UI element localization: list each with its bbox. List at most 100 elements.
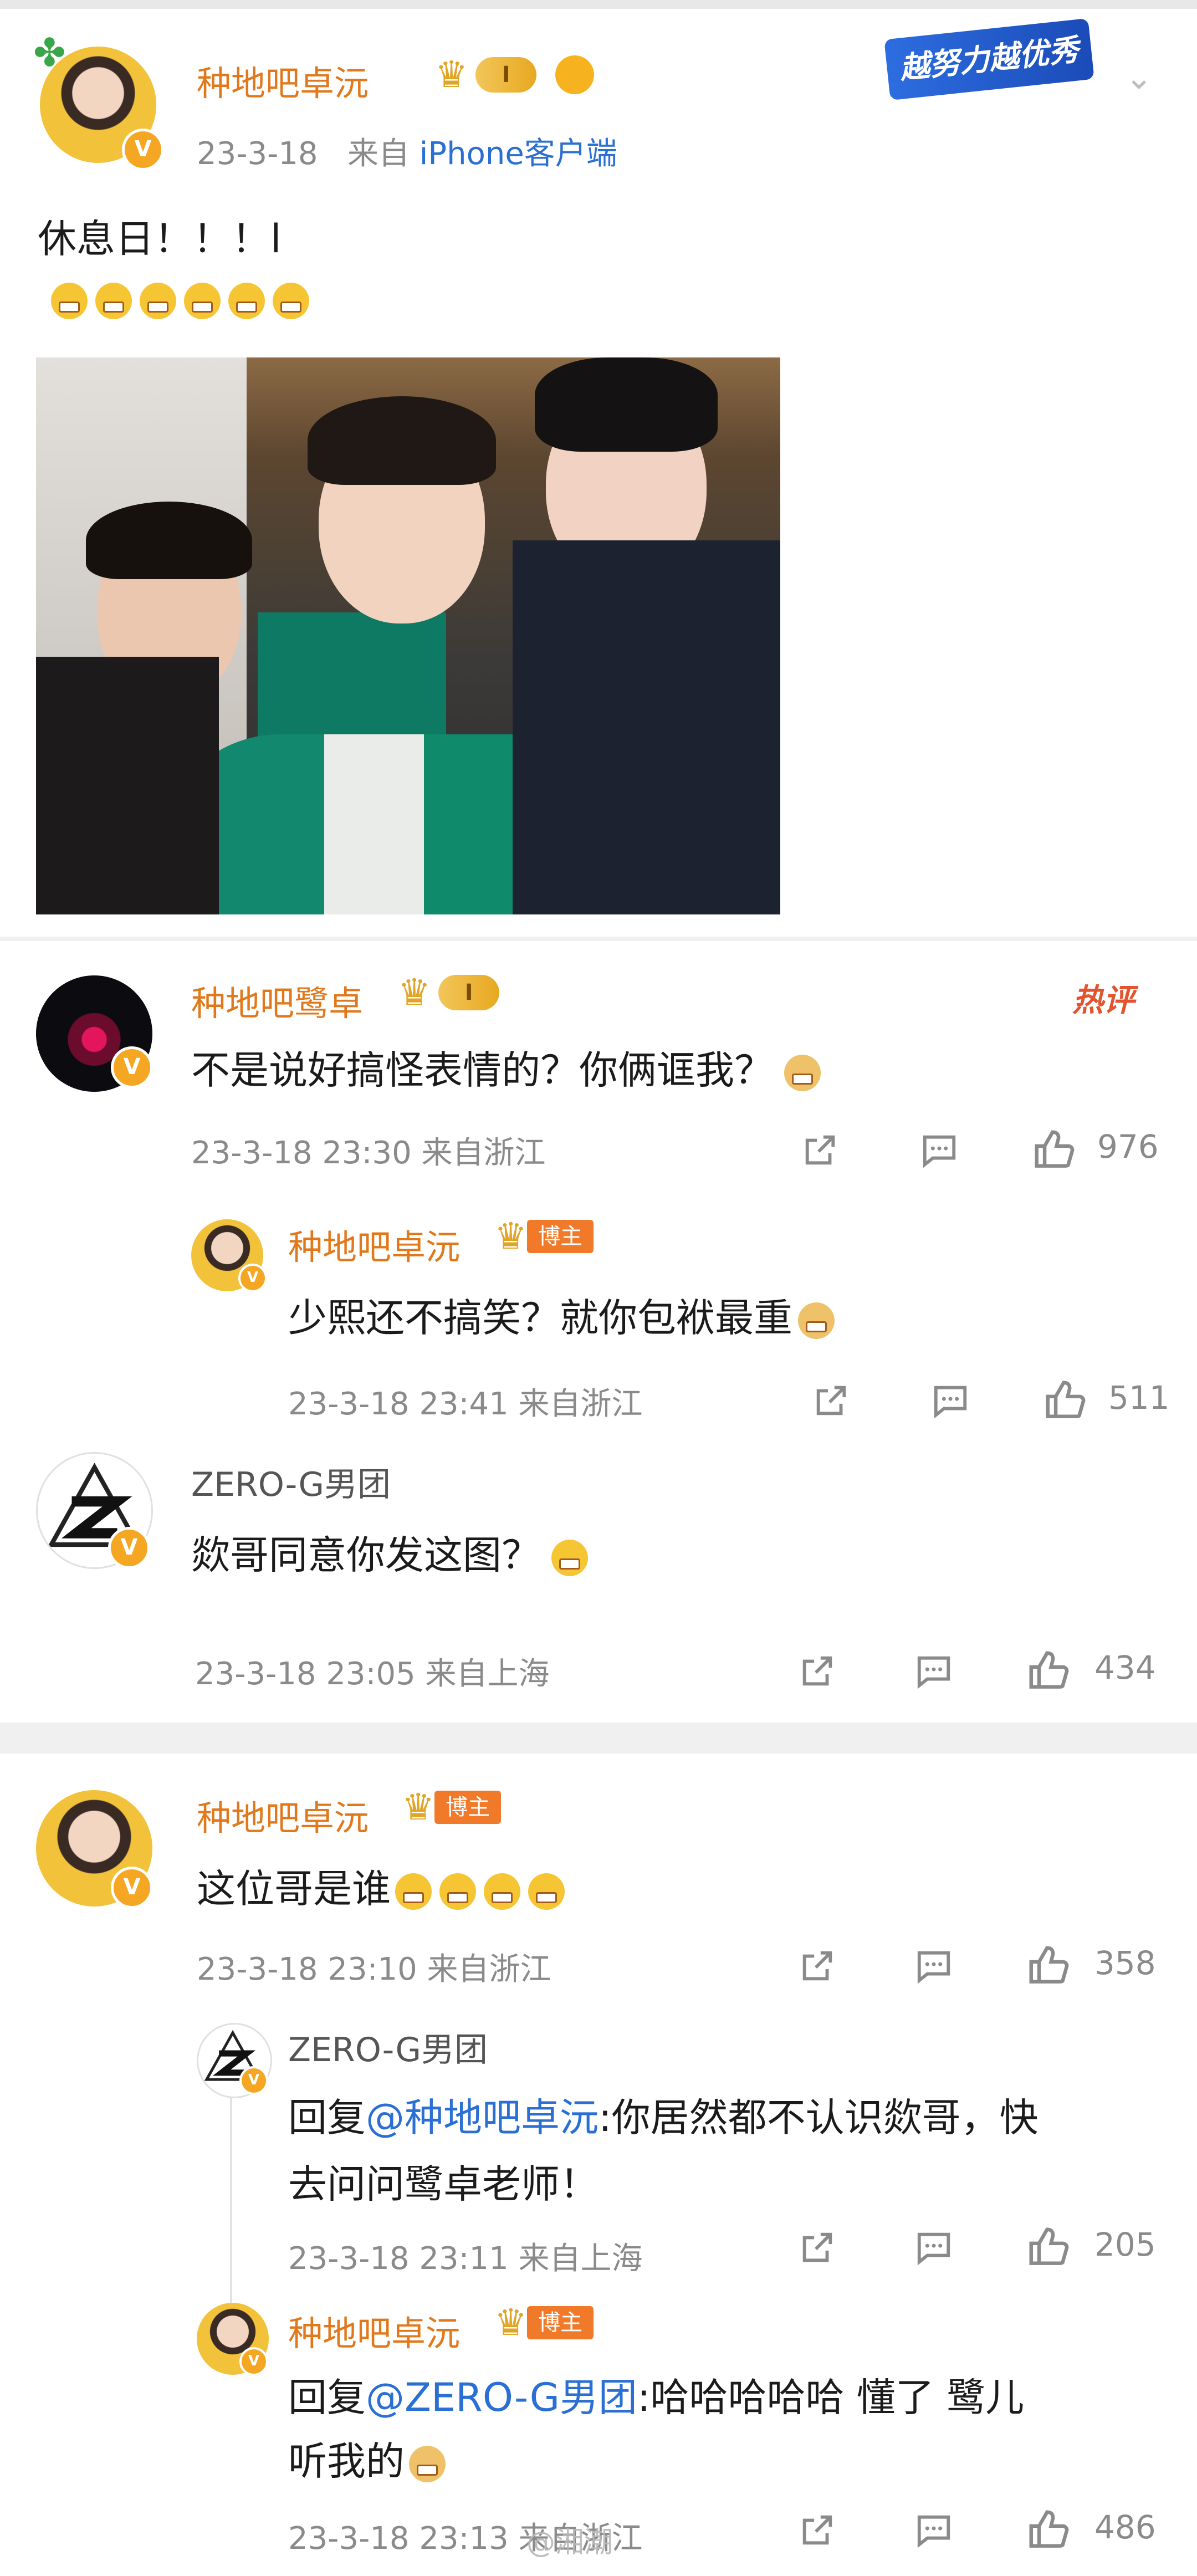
like-icon[interactable] <box>1025 1647 1073 1695</box>
comment1-badges: ♛ I <box>398 971 500 1014</box>
comment-icon[interactable] <box>914 2511 953 2549</box>
reply-prefix: 回复 <box>288 2095 366 2140</box>
replyA-line2: 去问问鹭卓老师！ <box>288 2161 598 2207</box>
reply-like-count: 511 <box>1108 1379 1170 1417</box>
comment2-text-body: 欻哥同意你发这图？ <box>191 1532 540 1578</box>
replyB-line1: 回复@ZERO-G男团:哈哈哈哈哈 懂了 鹭儿 <box>288 2367 1024 2422</box>
crown-icon: ♛ <box>435 53 468 96</box>
post-source-prefix: 来自 <box>347 136 410 172</box>
replyB-badges: ♛ 博主 <box>494 2303 594 2342</box>
watermark: @湘潮 <box>526 2526 613 2559</box>
thread-line <box>230 2073 232 2333</box>
replyB-like-count: 486 <box>1094 2508 1156 2546</box>
mention-link[interactable]: @种地吧卓沅 <box>366 2095 598 2140</box>
comment-icon[interactable] <box>920 1131 959 1169</box>
replyA-time: 23-3-18 23:11 来自上海 <box>288 2241 643 2277</box>
comment1-author[interactable]: 种地吧鹭卓 <box>191 975 363 1025</box>
comment-icon[interactable] <box>914 1946 953 1985</box>
section-divider <box>0 937 1197 941</box>
post-author-name[interactable]: 种地吧卓沅 <box>197 55 369 105</box>
like-icon[interactable] <box>1025 1942 1073 1990</box>
blogger-tag: 博主 <box>434 1791 502 1824</box>
glasses-emoji-icon <box>551 1539 588 1576</box>
share-icon[interactable] <box>798 2511 837 2549</box>
reply-badges: ♛ 博主 <box>494 1217 594 1256</box>
post-source[interactable]: iPhone客户端 <box>420 136 617 172</box>
post-date: 23-3-18 <box>197 136 318 172</box>
reply-text: 少熙还不搞笑？就你包袱最重 <box>288 1287 842 1343</box>
slogan-badge: 越努力越优秀 <box>884 18 1094 101</box>
crown-icon: ♛ <box>494 1215 528 1258</box>
post-text: 休息日！！！l <box>38 216 282 262</box>
comment1-text: 不是说好搞怪表情的？你俩诓我？ <box>191 1039 828 1095</box>
comment2-text: 欻哥同意你发这图？ <box>191 1524 596 1580</box>
share-icon[interactable] <box>798 1652 837 1690</box>
grin-emoji-icon <box>273 283 309 319</box>
replyA-line1: 回复@种地吧卓沅:你居然都不认识欻哥，快 <box>288 2087 1039 2143</box>
replyB-text-line2-body: 听我的 <box>288 2439 405 2484</box>
post-author-badges: ♛ I <box>435 53 595 96</box>
post-meta: 23-3-18 来自 iPhone客户端 <box>197 129 617 173</box>
surprised-emoji-icon <box>439 1873 476 1910</box>
surprised-emoji-icon <box>395 1873 432 1910</box>
replyA-author[interactable]: ZERO-G男团 <box>288 2023 488 2071</box>
share-icon[interactable] <box>798 1946 837 1985</box>
reply-text-body: 少熙还不搞笑？就你包袱最重 <box>288 1295 792 1341</box>
share-icon[interactable] <box>812 1381 851 1420</box>
level-badge: I <box>438 975 500 1010</box>
replyA-like-count: 205 <box>1094 2226 1156 2263</box>
share-icon[interactable] <box>801 1131 840 1169</box>
grin-emoji-icon <box>95 283 132 319</box>
verified-icon: V <box>111 1046 153 1088</box>
like-icon[interactable] <box>1025 2506 1073 2554</box>
comment3-badges: ♛ 博主 <box>402 1786 502 1828</box>
comment1-text-body: 不是说好搞怪表情的？你俩诓我？ <box>191 1047 773 1093</box>
blogger-tag: 博主 <box>527 1220 594 1253</box>
grin-emoji-icon <box>51 283 88 319</box>
comment-icon[interactable] <box>914 1652 953 1690</box>
like-icon[interactable] <box>1025 2224 1073 2271</box>
reply-author[interactable]: 种地吧卓沅 <box>288 1219 460 1269</box>
verified-icon: V <box>111 1867 153 1909</box>
doge-emoji-icon <box>798 1302 835 1339</box>
crown-icon: ♛ <box>402 1786 435 1828</box>
crown-icon: ♛ <box>494 2301 528 2344</box>
doge-emoji-icon <box>409 2445 446 2482</box>
comment-icon[interactable] <box>914 2228 953 2267</box>
fish-icon <box>555 55 595 94</box>
level-badge: I <box>475 57 537 93</box>
comment1-time: 23-3-18 23:30 来自浙江 <box>191 1135 546 1171</box>
like-icon[interactable] <box>1031 1126 1078 1174</box>
comment2-like-count: 434 <box>1094 1649 1156 1686</box>
comment3-author[interactable]: 种地吧卓沅 <box>197 1790 369 1840</box>
doge-emoji-icon <box>784 1054 821 1091</box>
comment2-author[interactable]: ZERO-G男团 <box>191 1458 391 1506</box>
verified-icon: V <box>122 129 164 171</box>
mention-link[interactable]: @ZERO-G男团 <box>366 2375 637 2420</box>
replyA-text-line1: :你居然都不认识欻哥，快 <box>598 2095 1039 2140</box>
comment3-text: 这位哥是谁 <box>197 1858 572 1914</box>
top-divider <box>0 0 1197 9</box>
verified-icon: V <box>239 2347 268 2376</box>
comment-icon[interactable] <box>931 1381 970 1420</box>
comment2-time: 23-3-18 23:05 来自上海 <box>195 1656 550 1692</box>
replyB-text-line1: :哈哈哈哈哈 懂了 鹭儿 <box>637 2375 1025 2420</box>
replyB-author[interactable]: 种地吧卓沅 <box>288 2306 460 2355</box>
comment3-time: 23-3-18 23:10 来自浙江 <box>197 1951 551 1987</box>
comment3-text-body: 这位哥是谁 <box>197 1866 391 1911</box>
comment3-like-count: 358 <box>1094 1944 1156 1982</box>
verified-icon: V <box>238 1264 267 1292</box>
verified-icon: V <box>108 1527 150 1569</box>
share-icon[interactable] <box>798 2228 837 2267</box>
reply-prefix: 回复 <box>288 2375 366 2420</box>
hot-comment-badge: 热评 <box>1072 983 1134 1019</box>
post-photo[interactable] <box>36 357 780 914</box>
surprised-emoji-icon <box>484 1873 520 1910</box>
chevron-down-icon[interactable]: ⌄ <box>1125 61 1158 94</box>
crown-icon: ♛ <box>398 971 431 1014</box>
grin-emoji-icon <box>140 283 176 319</box>
replyB-line2: 听我的 <box>288 2430 453 2486</box>
like-icon[interactable] <box>1042 1377 1089 1424</box>
surprised-emoji-icon <box>528 1873 565 1910</box>
blogger-tag: 博主 <box>527 2306 594 2339</box>
